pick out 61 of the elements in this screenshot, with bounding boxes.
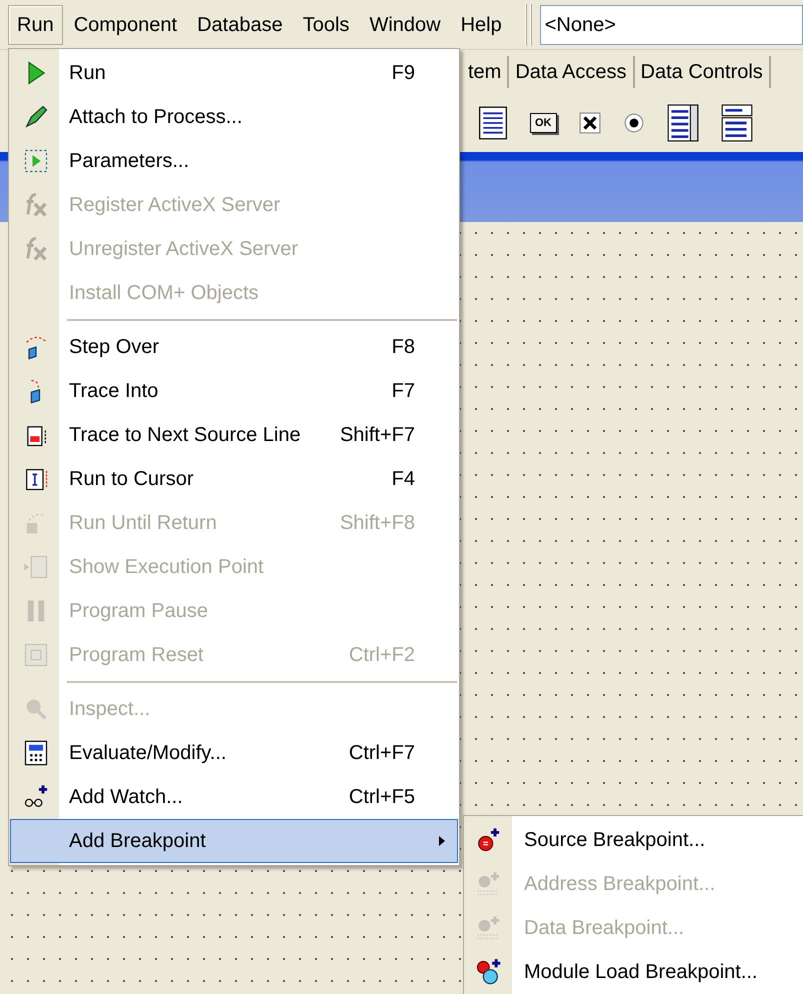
memo-icon [478, 106, 508, 140]
breakpoint-globe-icon [474, 958, 502, 986]
document-icon [22, 553, 50, 581]
shortcut-label: Ctrl+F7 [348, 741, 416, 766]
palette-tab[interactable]: Data Access [509, 56, 635, 88]
menu-item-label: Register ActiveX Server [69, 193, 282, 218]
shortcut-label: Shift+F7 [340, 423, 416, 448]
component-combo-field[interactable]: <None> [540, 4, 803, 44]
menu-bar-item[interactable]: Tools [294, 4, 358, 44]
menu-item[interactable]: Trace Into F7 [10, 369, 458, 413]
button-icon: OK [530, 113, 556, 133]
menu-item-label: Run Until Return [69, 511, 218, 536]
menu-item-label: Run [69, 61, 107, 86]
menu-item-label: Program Pause [69, 599, 209, 624]
shortcut-label: F7 [392, 379, 416, 404]
menu-item-label: Install COM+ Objects [69, 281, 260, 306]
submenu-arrow-icon [439, 836, 445, 846]
shortcut-label: Shift+F8 [340, 511, 416, 536]
menu-item-label: Inspect... [69, 697, 152, 722]
frame-icon [22, 641, 50, 669]
menu-bar-item[interactable]: Run [8, 4, 63, 44]
menu-item[interactable]: Run F9 [10, 51, 458, 95]
menu-bar-item[interactable]: Help [452, 4, 511, 44]
menu-item[interactable]: Parameters... [10, 139, 458, 183]
menu-bar-item[interactable]: Component [64, 4, 186, 44]
radio-button-icon [622, 112, 644, 134]
menu-item[interactable]: Run to Cursor F4 [10, 457, 458, 501]
palette-tab[interactable]: tem [462, 56, 510, 88]
menu-item[interactable]: Step Over F8 [10, 325, 458, 369]
palette-tab[interactable]: Data Controls [634, 56, 771, 88]
menu-item-label: Add Watch... [69, 785, 184, 810]
menu-item[interactable]: Module Load Breakpoint... [464, 950, 803, 994]
menu-item[interactable]: Attach to Process... [10, 95, 458, 139]
menu-item-label: Program Reset [69, 643, 204, 668]
shortcut-label: F9 [392, 61, 416, 86]
menu-item-label: Add Breakpoint [69, 829, 207, 854]
dashed-play-icon [22, 147, 50, 175]
menu-item[interactable]: Evaluate/Modify... Ctrl+F7 [10, 731, 458, 775]
combo-box-icon [720, 104, 752, 142]
checkbox-icon [578, 112, 600, 134]
list-box-icon [666, 104, 698, 142]
calculator-icon [22, 739, 50, 767]
menu-item-label: Attach to Process... [69, 105, 244, 130]
menu-item-label: Trace Into [69, 379, 160, 404]
menu-item-label: Step Over [69, 335, 160, 360]
menu-item[interactable]: Trace to Next Source Line Shift+F7 [10, 413, 458, 457]
shortcut-label: Ctrl+F2 [348, 643, 416, 668]
menu-item[interactable]: Add Breakpoint [10, 819, 458, 863]
menu-item-label: Unregister ActiveX Server [69, 237, 299, 262]
menu-bar-item[interactable]: Window [360, 4, 450, 44]
shortcut-label: F8 [392, 335, 416, 360]
menu-item-label: Parameters... [69, 149, 190, 174]
menu-item-label: Trace to Next Source Line [69, 423, 302, 448]
shortcut-label: Ctrl+F5 [348, 785, 416, 810]
menu-item-label: Evaluate/Modify... [69, 741, 228, 766]
menu-item[interactable]: Source Breakpoint... [464, 818, 803, 862]
menu-bar-item[interactable]: Database [188, 4, 292, 44]
menu-item-label: Show Execution Point [69, 555, 265, 580]
menu-item[interactable]: Add Watch... Ctrl+F5 [10, 775, 458, 819]
menu-item-label: Run to Cursor [69, 467, 194, 492]
shortcut-label: F4 [392, 467, 416, 492]
